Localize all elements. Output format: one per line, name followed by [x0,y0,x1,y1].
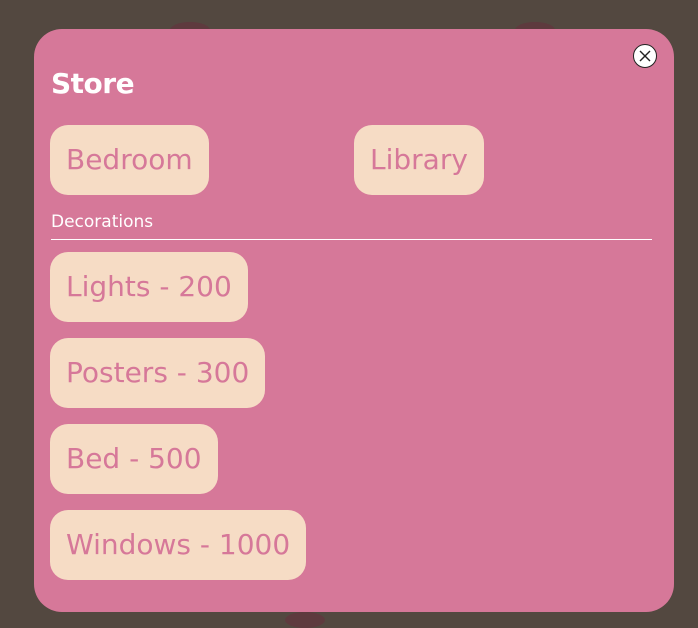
decorations-heading: Decorations [51,212,154,232]
lights-button[interactable]: Lights - 200 [50,252,248,322]
bedroom-button[interactable]: Bedroom [50,125,209,195]
close-button[interactable] [633,44,657,68]
store-modal: Store Bedroom Library Decorations Lights… [34,29,674,612]
windows-button[interactable]: Windows - 1000 [50,510,307,580]
posters-button[interactable]: Posters - 300 [50,338,266,408]
close-icon [639,50,651,62]
background-decoration [285,612,325,628]
library-button[interactable]: Library [354,125,484,195]
bed-button[interactable]: Bed - 500 [50,424,218,494]
store-title: Store [51,67,135,100]
section-divider [51,239,652,240]
